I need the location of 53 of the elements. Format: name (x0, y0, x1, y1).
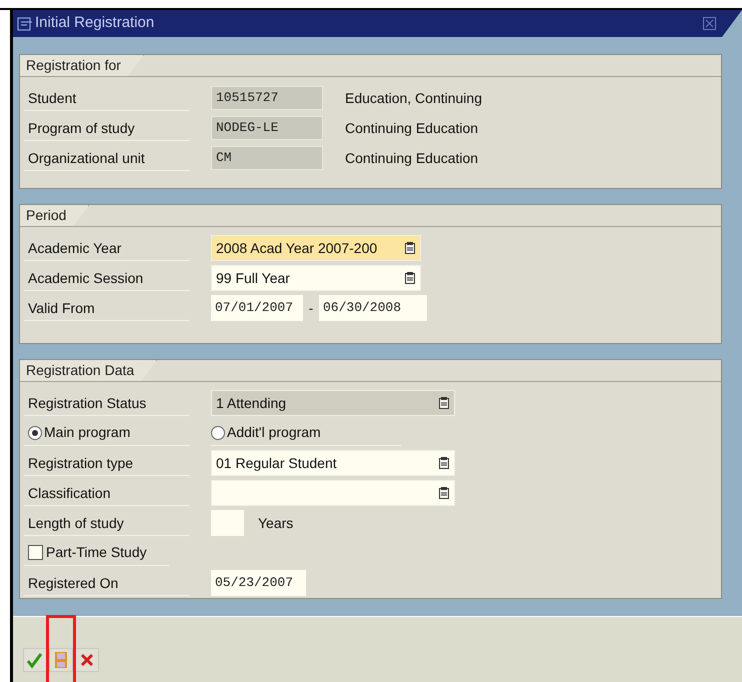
dropdown-field[interactable] (211, 480, 455, 506)
unit-label: Years (258, 514, 294, 532)
dropdown-field[interactable]: 1 Attending (211, 390, 455, 416)
field-label: Registered On (24, 570, 189, 596)
display-field: 10515727 (211, 86, 323, 110)
field-label: Classification (24, 480, 189, 506)
radio-button[interactable] (211, 426, 225, 440)
window-title: Initial Registration (35, 13, 154, 34)
dropdown-icon[interactable] (439, 397, 449, 409)
field-value: 2008 Acad Year 2007-200 (216, 238, 378, 258)
close-icon[interactable] (703, 17, 716, 30)
field-value: 99 Full Year (216, 268, 291, 288)
checkbox-label: Part-Time Study (46, 543, 147, 562)
display-field: NODEG-LE (211, 116, 323, 140)
group-title: Period (20, 205, 90, 226)
field-label: Registration type (24, 450, 189, 476)
field-description: Education, Continuing (345, 88, 482, 108)
field-label: Valid From (24, 295, 189, 321)
radio-label: Main program (44, 423, 130, 442)
dropdown-icon[interactable] (439, 457, 449, 469)
field-description: Continuing Education (345, 148, 478, 168)
field-label: Student (24, 85, 189, 111)
radio-label: Addit'l program (227, 423, 321, 442)
field-label: Length of study (24, 510, 189, 536)
group-title: Registration Data (20, 360, 158, 381)
window-icon (17, 16, 33, 30)
field-label: Academic Year (24, 235, 189, 261)
range-separator: - (308, 298, 314, 318)
cancel-button[interactable] (75, 648, 99, 672)
cancel-icon (78, 651, 96, 669)
field-value: 01 Regular Student (216, 454, 338, 473)
dropdown-field[interactable]: 01 Regular Student (211, 450, 455, 476)
dropdown-icon[interactable] (439, 487, 449, 499)
field-label: Program of study (24, 115, 189, 141)
display-field: CM (211, 146, 323, 170)
checkbox[interactable] (28, 545, 43, 560)
field-description: Continuing Education (345, 118, 478, 138)
field-label: Registration Status (24, 390, 189, 416)
input-field[interactable] (211, 510, 244, 536)
date-field[interactable]: 07/01/2007 (211, 295, 303, 321)
radio-button[interactable] (28, 426, 42, 440)
field-label: Organizational unit (24, 145, 189, 171)
dropdown-icon[interactable] (405, 272, 415, 284)
field-value: 1 Attending (216, 394, 288, 413)
confirm-button[interactable] (23, 648, 47, 672)
check-icon (26, 651, 44, 669)
field-label: Academic Session (24, 265, 189, 291)
date-field[interactable]: 06/30/2008 (319, 295, 427, 321)
dropdown-icon[interactable] (405, 242, 415, 254)
dropdown-field[interactable]: 99 Full Year (211, 265, 421, 291)
input-field[interactable]: 05/23/2007 (211, 570, 306, 596)
dropdown-field[interactable]: 2008 Acad Year 2007-200 (211, 235, 421, 261)
group-title: Registration for (20, 55, 144, 76)
